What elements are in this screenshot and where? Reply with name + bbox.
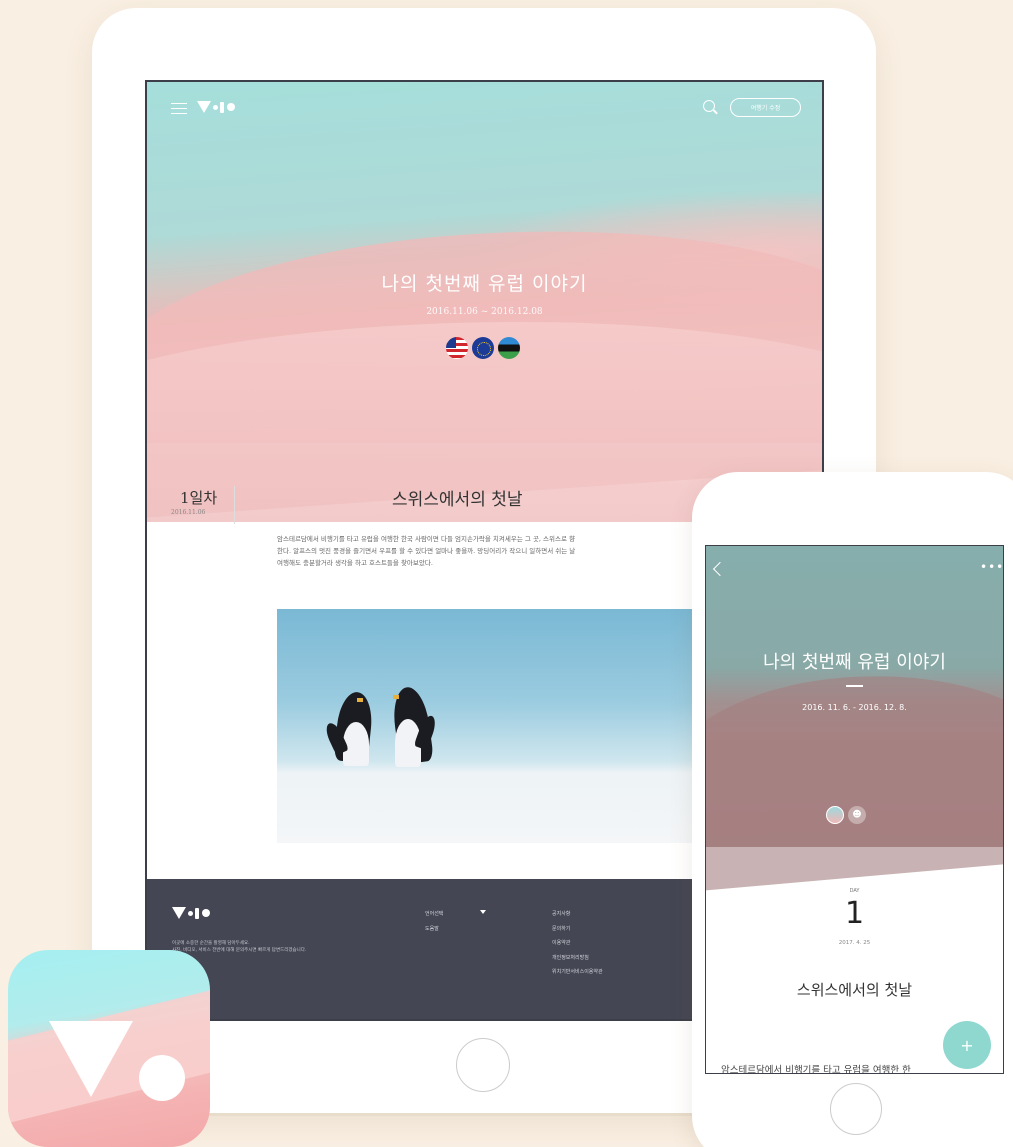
phone-hero-dates: 2016. 11. 6. - 2016. 12. 8. <box>802 703 907 712</box>
desert-dune <box>706 658 1003 894</box>
day-date: 2016.11.06 <box>171 509 206 516</box>
edit-travelogue-button[interactable]: 여행기 수정 <box>730 98 801 117</box>
footer-link[interactable]: 위치기반서비스이용약관 <box>552 965 603 980</box>
estonia-flag-icon[interactable] <box>498 337 520 359</box>
day-label: 1일차 <box>180 489 218 507</box>
footer-link[interactable]: 이용약관 <box>552 936 603 951</box>
tablet-home-button[interactable] <box>456 1038 510 1092</box>
phone-hero-title: 나의 첫번째 유럽 이야기 <box>763 652 946 673</box>
footer-address-line: 이곳에 소중한 순간을 촬영해 담아두세요. <box>172 941 250 946</box>
eu-flag-icon[interactable] <box>472 337 494 359</box>
back-icon[interactable] <box>712 561 728 577</box>
logo-circle <box>139 1055 185 1101</box>
avatar[interactable] <box>826 806 844 824</box>
footer-logo[interactable] <box>172 907 210 919</box>
language-select[interactable]: 언어선택 <box>425 907 443 922</box>
search-icon[interactable] <box>703 100 715 112</box>
footer-links-b: 공지사항 문의하기 이용약관 개인정보처리방침 위치기반서비스이용약관 <box>552 907 603 980</box>
footer-address-line: 사진, 비디오, 서비스 전반에 대해 문의주시면 빠르게 답변드리겠습니다. <box>172 948 307 953</box>
hero-title: 나의 첫번째 유럽 이야기 <box>381 273 588 295</box>
footer-address: 이곳에 소중한 순간을 촬영해 담아두세요. 사진, 비디오, 서비스 전반에 … <box>172 940 306 954</box>
phone-hero: ••• 나의 첫번째 유럽 이야기 2016. 11. 6. - 2016. 1… <box>706 546 1003 894</box>
footer-links-a: 언어선택 도움말 <box>425 907 443 936</box>
add-post-button[interactable]: + <box>943 1021 991 1069</box>
footer-link[interactable]: 개인정보처리방침 <box>552 951 603 966</box>
phone-device: ••• 나의 첫번째 유럽 이야기 2016. 11. 6. - 2016. 1… <box>692 472 1013 1147</box>
divider <box>234 486 235 524</box>
penguin-figure <box>322 690 387 772</box>
post-title: 스위스에서의 첫날 <box>796 981 913 999</box>
post-title: 스위스에서의 첫날 <box>392 490 523 510</box>
post-body-preview: 암스테르담에서 비행기를 타고 유럽을 여행한 한 <box>721 1065 911 1073</box>
phone-screen: ••• 나의 첫번째 유럽 이야기 2016. 11. 6. - 2016. 1… <box>705 545 1004 1074</box>
phone-home-button[interactable] <box>830 1083 882 1135</box>
more-icon[interactable]: ••• <box>980 560 1003 574</box>
hero-banner: 여행기 수정 나의 첫번째 유럽 이야기 2016.11.06 ~ 2016.1… <box>147 82 822 522</box>
hero-dates: 2016.11.06 ~ 2016.12.08 <box>426 307 543 317</box>
logo[interactable] <box>197 101 235 113</box>
day-date: 2017. 4. 25 <box>838 940 871 946</box>
logo-triangle <box>49 1021 133 1097</box>
footer-link[interactable]: 문의하기 <box>552 922 603 937</box>
country-flags <box>446 337 520 359</box>
add-user-icon[interactable]: ☻ <box>848 806 866 824</box>
caret-down-icon[interactable] <box>480 910 486 914</box>
day-number: 1 <box>844 896 865 931</box>
day-label: DAY <box>849 888 860 894</box>
divider <box>846 685 863 687</box>
app-icon[interactable] <box>8 950 210 1147</box>
footer-link[interactable]: 공지사항 <box>552 907 603 922</box>
hamburger-icon[interactable] <box>171 103 187 114</box>
penguin-figure <box>381 685 441 772</box>
us-flag-icon[interactable] <box>446 337 468 359</box>
footer-link[interactable]: 도움말 <box>425 922 443 937</box>
